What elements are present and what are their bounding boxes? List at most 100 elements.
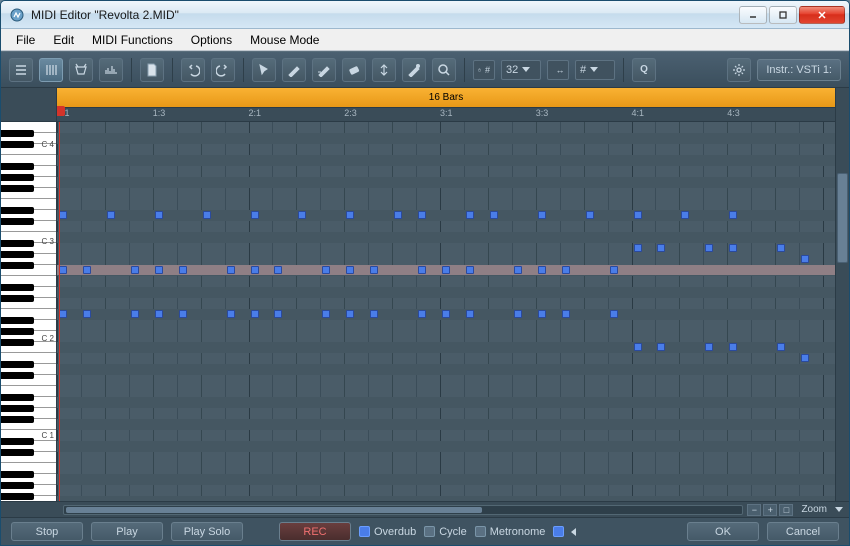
midi-note[interactable] xyxy=(514,310,522,318)
new-button[interactable] xyxy=(140,58,164,82)
settings-button[interactable] xyxy=(727,58,751,82)
midi-note[interactable] xyxy=(442,310,450,318)
midi-note[interactable] xyxy=(442,266,450,274)
note-grid[interactable] xyxy=(57,122,835,501)
midi-note[interactable] xyxy=(83,310,91,318)
midi-note[interactable] xyxy=(418,211,426,219)
midi-note[interactable] xyxy=(418,310,426,318)
cancel-button[interactable]: Cancel xyxy=(767,522,839,541)
menu-options[interactable]: Options xyxy=(182,31,241,49)
midi-note[interactable] xyxy=(538,211,546,219)
midi-note[interactable] xyxy=(466,211,474,219)
menu-file[interactable]: File xyxy=(7,31,44,49)
midi-note[interactable] xyxy=(131,310,139,318)
midi-note[interactable] xyxy=(418,266,426,274)
zoom-in-button[interactable]: + xyxy=(763,504,777,516)
titlebar[interactable]: MIDI Editor "Revolta 2.MID" xyxy=(1,1,849,29)
ok-button[interactable]: OK xyxy=(687,522,759,541)
length-lock[interactable]: ↔ xyxy=(547,60,569,80)
midi-note[interactable] xyxy=(634,244,642,252)
undo-button[interactable] xyxy=(181,58,205,82)
midi-note[interactable] xyxy=(322,310,330,318)
midi-note[interactable] xyxy=(634,343,642,351)
midi-note[interactable] xyxy=(83,266,91,274)
midi-note[interactable] xyxy=(538,266,546,274)
midi-note[interactable] xyxy=(729,343,737,351)
length-select[interactable]: # xyxy=(575,60,615,80)
stop-button[interactable]: Stop xyxy=(11,522,83,541)
midi-note[interactable] xyxy=(394,211,402,219)
horizontal-scrollbar[interactable] xyxy=(63,505,743,515)
mute-tool[interactable] xyxy=(402,58,426,82)
play-button[interactable]: Play xyxy=(91,522,163,541)
overdub-checkbox[interactable]: Overdub xyxy=(359,526,416,538)
midi-note[interactable] xyxy=(657,244,665,252)
menu-midi-functions[interactable]: MIDI Functions xyxy=(83,31,182,49)
midi-note[interactable] xyxy=(227,310,235,318)
midi-note[interactable] xyxy=(370,310,378,318)
midi-note[interactable] xyxy=(610,266,618,274)
zoom-menu[interactable] xyxy=(835,507,843,512)
maximize-button[interactable] xyxy=(769,6,797,24)
zoom-fit-button[interactable]: □ xyxy=(779,504,793,516)
midi-note[interactable] xyxy=(729,244,737,252)
midi-note[interactable] xyxy=(466,310,474,318)
midi-note[interactable] xyxy=(634,211,642,219)
event-list-button[interactable] xyxy=(9,58,33,82)
midi-note[interactable] xyxy=(251,211,259,219)
midi-note[interactable] xyxy=(179,266,187,274)
midi-note[interactable] xyxy=(562,266,570,274)
erase-tool[interactable] xyxy=(342,58,366,82)
loop-region[interactable]: 16 Bars xyxy=(57,88,835,108)
midi-note[interactable] xyxy=(466,266,474,274)
pattern-draw-tool[interactable] xyxy=(312,58,336,82)
midi-note[interactable] xyxy=(59,211,67,219)
midi-note[interactable] xyxy=(155,310,163,318)
midi-note[interactable] xyxy=(586,211,594,219)
draw-tool[interactable] xyxy=(282,58,306,82)
midi-note[interactable] xyxy=(59,266,67,274)
minimize-button[interactable] xyxy=(739,6,767,24)
controller-button[interactable] xyxy=(99,58,123,82)
midi-note[interactable] xyxy=(729,211,737,219)
midi-note[interactable] xyxy=(777,343,785,351)
midi-note[interactable] xyxy=(155,266,163,274)
midi-note[interactable] xyxy=(322,266,330,274)
midi-note[interactable] xyxy=(274,266,282,274)
hscroll-thumb[interactable] xyxy=(66,507,482,513)
quantize-lock[interactable]: # xyxy=(473,60,495,80)
midi-note[interactable] xyxy=(59,310,67,318)
midi-note[interactable] xyxy=(131,266,139,274)
midi-note[interactable] xyxy=(107,211,115,219)
piano-keyboard[interactable]: C 4C 3C 2C 1 xyxy=(1,122,57,501)
midi-note[interactable] xyxy=(777,244,785,252)
midi-note[interactable] xyxy=(562,310,570,318)
vscroll-thumb[interactable] xyxy=(837,173,848,263)
midi-note[interactable] xyxy=(155,211,163,219)
zoom-tool[interactable] xyxy=(432,58,456,82)
midi-note[interactable] xyxy=(538,310,546,318)
midi-note[interactable] xyxy=(346,211,354,219)
zoom-out-button[interactable]: − xyxy=(747,504,761,516)
midi-note[interactable] xyxy=(251,310,259,318)
midi-note[interactable] xyxy=(514,266,522,274)
metronome-checkbox[interactable]: Metronome xyxy=(475,526,546,538)
time-ruler[interactable]: 1:11:32:12:33:13:34:14:3 xyxy=(57,108,835,122)
record-button[interactable]: REC xyxy=(279,522,351,541)
vertical-scrollbar[interactable] xyxy=(835,88,849,501)
midi-note[interactable] xyxy=(274,310,282,318)
drum-editor-button[interactable] xyxy=(69,58,93,82)
quantize-select[interactable]: 32 xyxy=(501,60,541,80)
redo-button[interactable] xyxy=(211,58,235,82)
midi-note[interactable] xyxy=(298,211,306,219)
menu-mouse-mode[interactable]: Mouse Mode xyxy=(241,31,328,49)
midi-note[interactable] xyxy=(490,211,498,219)
midi-note[interactable] xyxy=(657,343,665,351)
selection-tool[interactable] xyxy=(252,58,276,82)
midi-note[interactable] xyxy=(801,255,809,263)
midi-note[interactable] xyxy=(610,310,618,318)
velocity-tool[interactable] xyxy=(372,58,396,82)
menu-edit[interactable]: Edit xyxy=(44,31,83,49)
midi-note[interactable] xyxy=(346,266,354,274)
midi-note[interactable] xyxy=(251,266,259,274)
